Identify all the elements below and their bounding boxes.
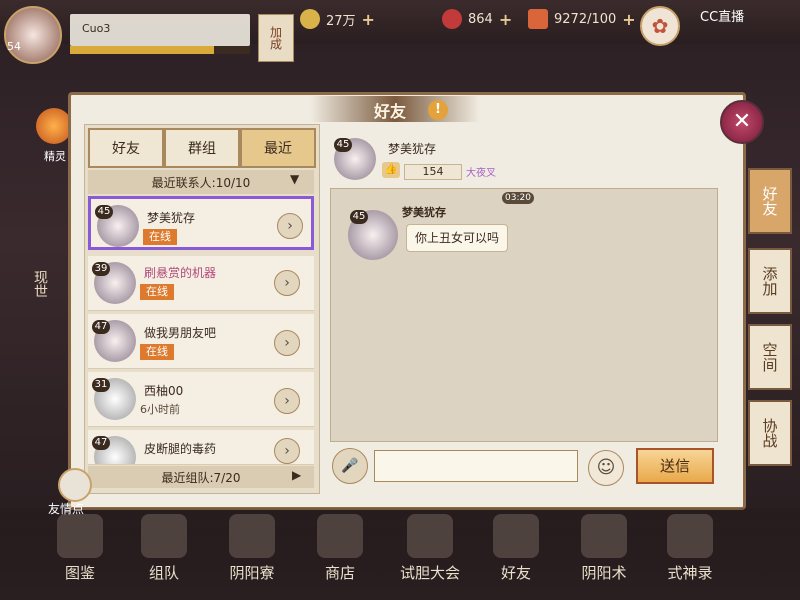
chevron-right-icon[interactable]: › (274, 270, 300, 296)
chat-partner-name: 梦美犹存 (388, 142, 437, 156)
tab-recent[interactable]: 最近 (240, 128, 316, 168)
voice-input-icon[interactable]: 🎤 (332, 448, 368, 484)
scroll-icon[interactable] (407, 514, 453, 558)
message-bubble: 你上丑女可以吗 (406, 224, 509, 252)
contact-name: 梦美犹存 (147, 211, 196, 225)
contact-item[interactable]: 47 皮断腿的毒药 › (88, 430, 314, 465)
watermark: CC直播 (700, 10, 745, 25)
flower-icon[interactable]: ✿ (640, 6, 680, 46)
send-button[interactable]: 送信 (636, 448, 714, 484)
close-button[interactable]: ✕ (720, 100, 764, 144)
nav-trial[interactable]: 试胆大会 (390, 562, 470, 583)
player-name: Cuo3 (82, 22, 111, 35)
player-level: 54 (7, 40, 21, 53)
recent-contacts-header[interactable]: 最近联系人:10/10 (88, 170, 314, 194)
chevron-right-icon[interactable]: › (274, 438, 300, 464)
chevron-right-icon[interactable]: › (274, 388, 300, 414)
side-tab-space[interactable]: 空间 (748, 324, 792, 390)
like-count: 154 (404, 164, 462, 180)
nav-onmyodo[interactable]: 阴阳术 (564, 562, 644, 583)
stamina-icon (528, 9, 548, 29)
nav-friends[interactable]: 好友 (476, 562, 556, 583)
chevron-right-icon[interactable]: › (274, 330, 300, 356)
message-level: 45 (350, 210, 368, 224)
panel-title: 好友 (373, 102, 406, 121)
thumbs-up-icon[interactable]: 👍 (382, 162, 400, 178)
contact-status: 在线 (140, 284, 174, 300)
contact-level: 39 (92, 262, 110, 276)
side-tab-coop[interactable]: 协战 (748, 400, 792, 466)
contact-item[interactable]: 31 西柚00 6小时前 › (88, 372, 314, 427)
coin-value: 27万 (326, 13, 356, 29)
stamina-resource: 9272/100 + (528, 8, 636, 30)
nav-shop[interactable]: 商店 (300, 562, 380, 583)
contact-level: 47 (92, 320, 110, 334)
contact-name: 做我男朋友吧 (144, 326, 217, 340)
add-stamina-button[interactable]: + (622, 10, 635, 29)
mask-icon[interactable] (667, 514, 713, 558)
contact-item[interactable]: 39 刷悬赏的机器 在线 › (88, 256, 314, 311)
message-sender: 梦美犹存 (402, 206, 446, 219)
contact-level: 31 (92, 378, 110, 392)
coin-icon (300, 9, 320, 29)
jade-value: 864 (468, 11, 493, 27)
jade-resource: 864 + (442, 8, 512, 30)
book-icon[interactable] (57, 514, 103, 558)
team-icon[interactable] (141, 514, 187, 558)
side-tab-add[interactable]: 添加 (748, 248, 792, 314)
chevron-down-icon[interactable]: ▼ (290, 172, 299, 186)
exp-bar-fill (70, 46, 214, 54)
lantern-icon[interactable] (36, 108, 72, 144)
heart-icon[interactable] (58, 468, 92, 502)
contact-level: 47 (92, 436, 110, 450)
add-coin-button[interactable]: + (362, 10, 375, 29)
contact-status: 在线 (140, 344, 174, 360)
nav-team[interactable]: 组队 (124, 562, 204, 583)
tab-friends[interactable]: 好友 (88, 128, 164, 168)
shop-cat-icon[interactable] (317, 514, 363, 558)
emoji-icon[interactable]: ☺ (588, 450, 624, 486)
chat-partner-level: 45 (334, 138, 352, 152)
shrine-icon[interactable] (229, 514, 275, 558)
nav-guild[interactable]: 阴阳寮 (212, 562, 292, 583)
info-icon[interactable]: ! (428, 100, 448, 120)
contact-level: 45 (95, 205, 113, 219)
nav-shikigami[interactable]: 式神录 (650, 562, 730, 583)
add-jade-button[interactable]: + (499, 10, 512, 29)
contact-name: 西柚00 (144, 384, 184, 398)
contact-name: 皮断腿的毒药 (144, 442, 217, 456)
stamina-value: 9272/100 (554, 11, 617, 27)
contact-item[interactable]: 45 梦美犹存 在线 › (88, 196, 314, 250)
jade-icon (442, 9, 462, 29)
play-arrow-icon[interactable]: ▶ (292, 468, 301, 482)
side-world-label: 现世 (32, 270, 48, 298)
chevron-right-icon[interactable]: › (277, 213, 303, 239)
elf-label[interactable]: 精灵 (38, 148, 72, 184)
chat-input[interactable] (374, 450, 578, 482)
fan-icon[interactable] (581, 514, 627, 558)
nav-handbook[interactable]: 图鉴 (40, 562, 120, 583)
chat-partner-guild: 大夜叉 (466, 168, 496, 179)
recent-team-footer[interactable]: 最近组队:7/20 (88, 466, 314, 488)
side-tab-friends[interactable]: 好友 (748, 168, 792, 234)
message-timestamp: 03:20 (502, 192, 534, 204)
tab-groups[interactable]: 群组 (164, 128, 240, 168)
contact-name: 刷悬赏的机器 (144, 266, 217, 280)
coin-resource: 27万 + (300, 8, 375, 30)
boost-button[interactable]: 加成 (258, 14, 294, 62)
contact-status: 6小时前 (140, 403, 180, 416)
contact-item[interactable]: 47 做我男朋友吧 在线 › (88, 314, 314, 369)
friends-icon[interactable] (493, 514, 539, 558)
contact-status: 在线 (143, 229, 177, 245)
